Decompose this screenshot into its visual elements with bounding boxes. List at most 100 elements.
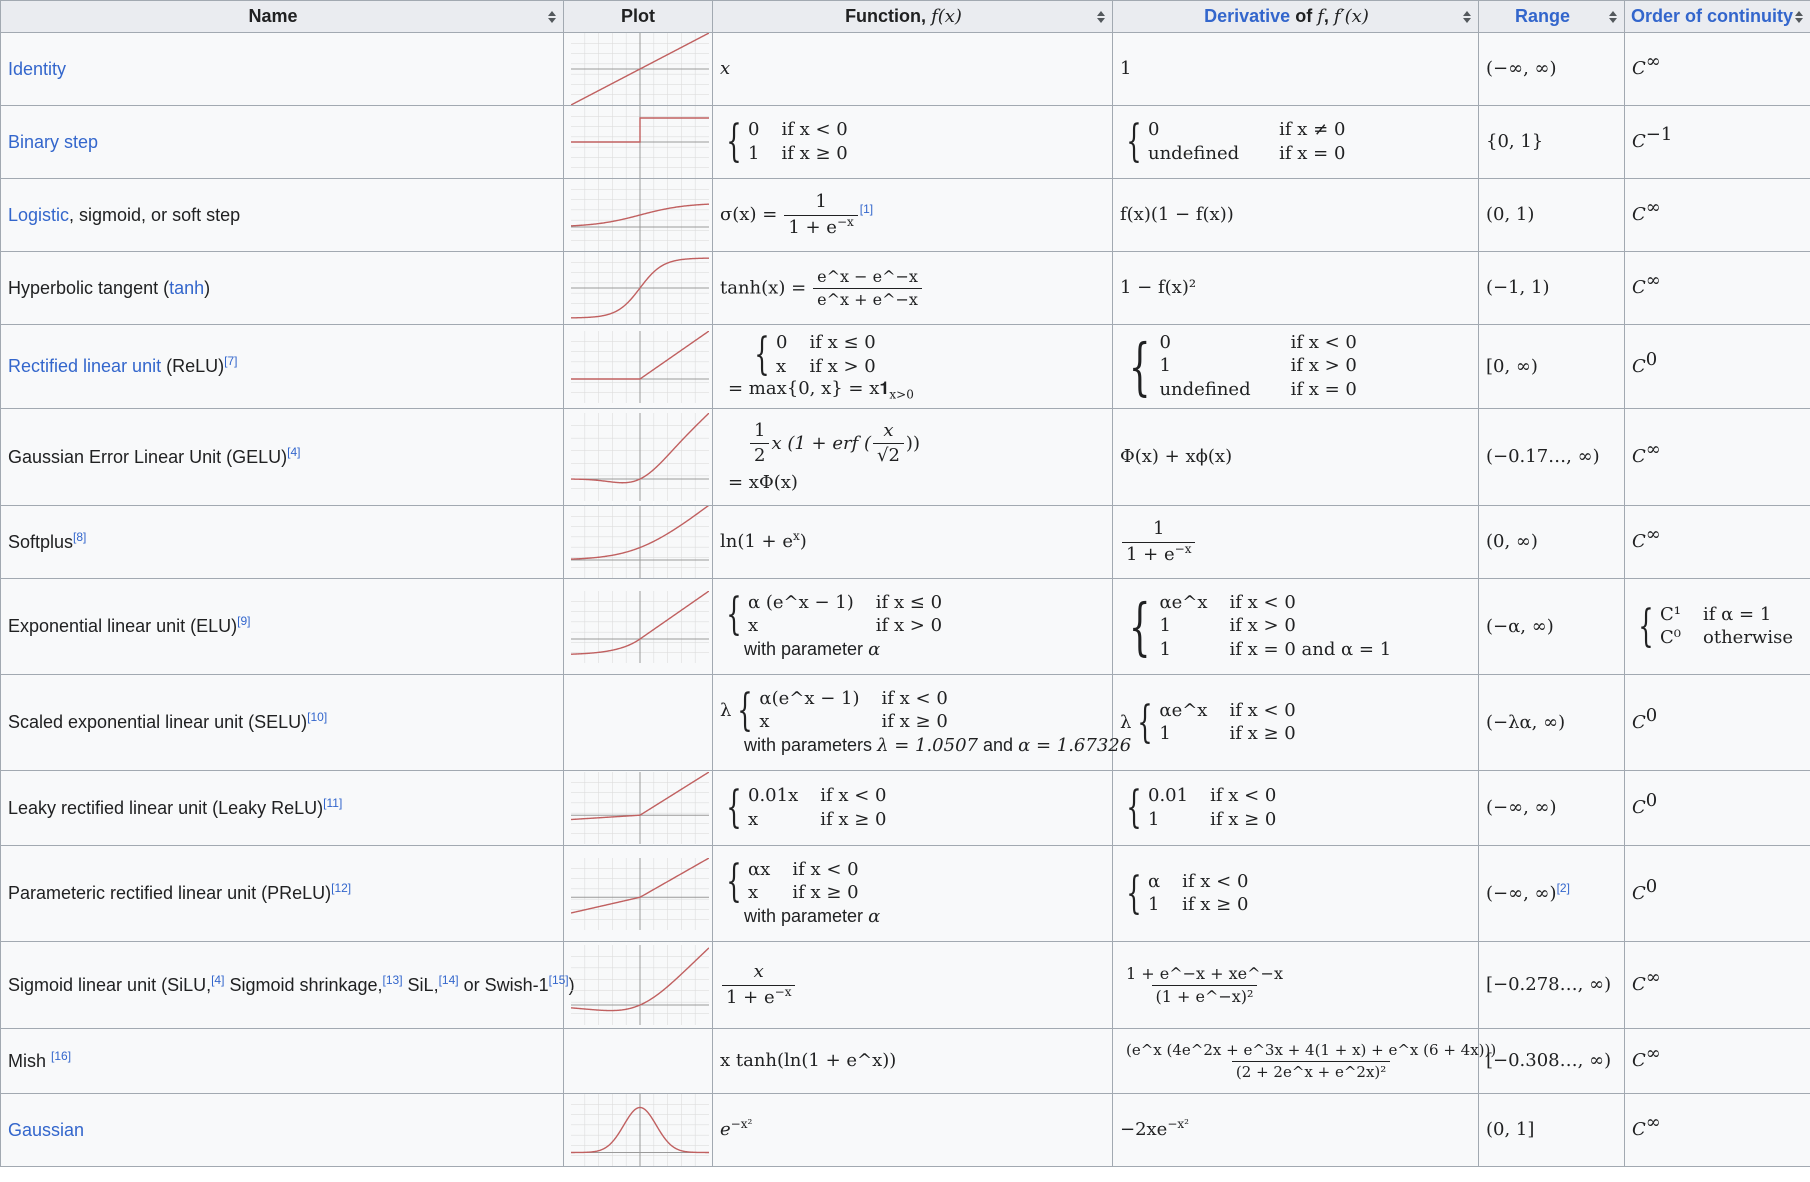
denominator: 2 — [750, 443, 770, 468]
plot-cell — [563, 941, 713, 1029]
continuity-cell: C0 — [1624, 770, 1810, 846]
denominator: √2 — [873, 443, 904, 468]
case-value: C⁰ — [1660, 627, 1681, 648]
header-derivative-of: of — [1295, 6, 1313, 26]
cases: {0 if x < 0 1 if x ≥ 0 — [726, 116, 848, 167]
case-value: α(e^x − 1) — [759, 687, 860, 709]
range-value: [−0.278…, ∞) — [1486, 974, 1612, 996]
derivative-cell: −2xe−x² — [1112, 1093, 1479, 1167]
table-row: Gaussian e−x² −2xe−x² (0, 1] C∞ — [0, 1093, 1810, 1167]
derivative-link[interactable]: Derivative — [1204, 6, 1290, 26]
function-text: )) — [905, 432, 920, 454]
reference-link[interactable]: [11] — [323, 796, 342, 810]
logistic-link[interactable]: Logistic — [8, 205, 69, 225]
name-text: (ReLU) — [161, 356, 225, 377]
range-value: (−α, ∞) — [1486, 615, 1554, 637]
gaussian-link[interactable]: Gaussian — [8, 1120, 84, 1140]
case-value: x — [748, 882, 759, 904]
header-name[interactable]: Name — [0, 0, 564, 33]
reference-link[interactable]: [4] — [287, 445, 300, 459]
case-condition: otherwise — [1703, 627, 1793, 648]
case-condition: if x ≤ 0 — [809, 332, 876, 354]
header-derivative[interactable]: Derivative of f, f′(x) — [1112, 0, 1479, 33]
reference-link[interactable]: [9] — [237, 614, 250, 628]
relu-link[interactable]: Rectified linear unit — [8, 356, 161, 376]
plot-cell — [563, 674, 713, 771]
reference-link[interactable]: [10] — [307, 710, 327, 724]
case-value: αx — [748, 858, 771, 880]
range-value: [0, ∞) — [1486, 355, 1538, 377]
continuity-link[interactable]: Order of continuity — [1631, 6, 1793, 26]
identity-link[interactable]: Identity — [8, 59, 66, 79]
continuity-sup: ∞ — [1645, 197, 1661, 219]
continuity-cell: C∞ — [1624, 32, 1810, 106]
reference-link[interactable]: [4] — [211, 973, 224, 987]
range-value: (−1, 1) — [1486, 277, 1550, 299]
case-condition: if x ≥ 0 — [1229, 723, 1296, 744]
table-row: Identity x 1 (−∞, ∞) C∞ — [0, 32, 1810, 106]
derivative-cell: {α if x < 0 1 if x ≥ 0 — [1112, 845, 1479, 942]
name-cell: Rectified linear unit (ReLU)[7] — [0, 324, 564, 409]
derivative-cell: {0.01 if x < 0 1 if x ≥ 0 — [1112, 770, 1479, 846]
case-value: undefined — [1148, 142, 1240, 164]
case-value: 0 — [1148, 119, 1160, 140]
case-value: C¹ — [1660, 603, 1681, 625]
header-range[interactable]: Range — [1478, 0, 1625, 33]
numerator: x — [753, 961, 764, 982]
denominator-sup: −x — [774, 984, 792, 999]
header-function-symbol: f(x) — [931, 6, 962, 27]
continuity-value: C — [1632, 531, 1646, 553]
name-text: Exponential linear unit (ELU) — [8, 616, 238, 637]
tanh-link[interactable]: tanh — [169, 278, 204, 298]
note-symbol: α — [868, 638, 881, 660]
note-text: and — [983, 734, 1014, 755]
name-text: Gaussian Error Linear Unit (GELU) — [8, 446, 288, 467]
reference-link[interactable]: [13] — [383, 973, 403, 987]
fraction: (e^x (4e^2x + e^3x + 4(1 + x) + e^x (6 +… — [1122, 1041, 1500, 1082]
reference-link[interactable]: [16] — [51, 1049, 71, 1063]
continuity-sup: 0 — [1645, 348, 1658, 370]
reference-link[interactable]: [14] — [439, 973, 459, 987]
cases: {αx if x < 0 x if x ≥ 0 — [726, 855, 859, 907]
fraction: 1 1 + e−x — [784, 191, 858, 239]
function-cell: tanh(x) = e^x − e^−x e^x + e^−x — [712, 251, 1113, 325]
denominator: 1 + e — [788, 216, 837, 238]
continuity-value: C — [1632, 1119, 1646, 1141]
note-symbol: α = 1.67326 — [1018, 734, 1132, 756]
reference-link[interactable]: [2] — [1557, 881, 1570, 895]
reference-link[interactable]: [1] — [860, 202, 873, 216]
cases: {0 if x ≠ 0 undefined if x = 0 — [1126, 116, 1346, 167]
case-value: 1 — [748, 142, 760, 164]
continuity-cell: C∞ — [1624, 1093, 1810, 1167]
sort-icon[interactable] — [548, 11, 556, 23]
reference-link[interactable]: [7] — [224, 354, 237, 368]
numerator: 1 — [1153, 518, 1165, 539]
sort-icon[interactable] — [1795, 11, 1803, 23]
function-formula: ln(1 + e — [720, 531, 794, 553]
header-function[interactable]: Function, f(x) — [712, 0, 1113, 33]
function-cell: x tanh(ln(1 + e^x)) — [712, 1028, 1113, 1094]
reference-link[interactable]: [15] — [549, 973, 569, 987]
continuity-value: C — [1632, 131, 1646, 153]
function-equation: = xΦ(x) — [728, 471, 798, 493]
name-cell: Softplus[8] — [0, 505, 564, 579]
sort-icon[interactable] — [1609, 11, 1617, 23]
derivative-cell: 1 − f(x)² — [1112, 251, 1479, 325]
sort-icon[interactable] — [1097, 11, 1105, 23]
name-cell: Gaussian Error Linear Unit (GELU)[4] — [0, 408, 564, 506]
derivative-cell: λ{αe^x if x < 0 1 if x ≥ 0 — [1112, 674, 1479, 771]
reference-link[interactable]: [8] — [73, 530, 86, 544]
case-condition: if x = 0 and α = 1 — [1229, 638, 1392, 660]
sort-icon[interactable] — [1463, 11, 1471, 23]
name-text: , sigmoid, or soft step — [69, 204, 241, 225]
numerator: e^x − e^−x — [817, 266, 918, 286]
case-condition: if x < 0 — [820, 785, 887, 806]
case-value: 1 — [1159, 355, 1171, 377]
reference-link[interactable]: [12] — [331, 881, 351, 895]
range-link[interactable]: Range — [1515, 6, 1570, 26]
binary-step-link[interactable]: Binary step — [8, 132, 98, 152]
continuity-value: C — [1632, 974, 1646, 996]
derivative-cell: (e^x (4e^2x + e^3x + 4(1 + x) + e^x (6 +… — [1112, 1028, 1496, 1094]
case-condition: if x < 0 — [1290, 331, 1357, 353]
header-continuity[interactable]: Order of continuity — [1624, 0, 1810, 33]
